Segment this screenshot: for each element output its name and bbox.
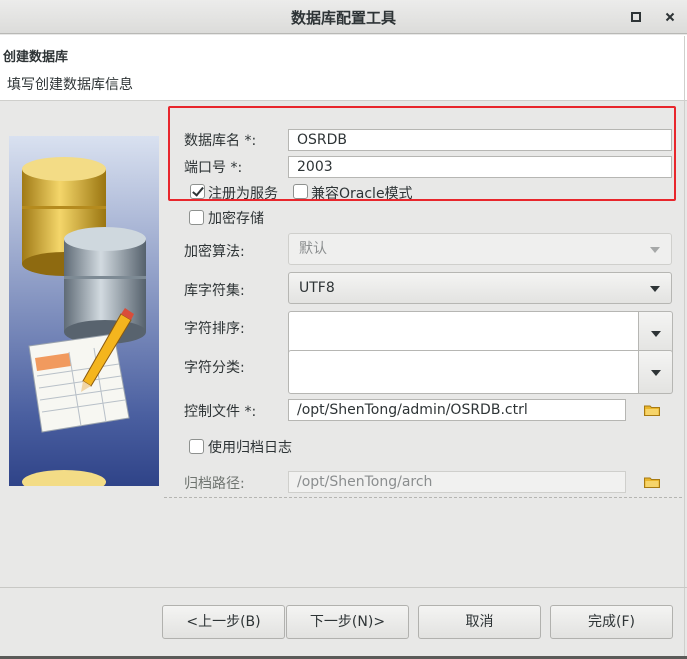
- register-service-label: 注册为服务: [208, 186, 278, 202]
- chevron-down-icon: [650, 247, 660, 253]
- chevron-down-icon: [651, 331, 661, 337]
- next-button[interactable]: 下一步(N)>: [286, 605, 409, 639]
- control-file-input[interactable]: /opt/ShenTong/admin/OSRDB.ctrl: [288, 399, 626, 421]
- wizard-header: 创建数据库 填写创建数据库信息: [0, 35, 687, 101]
- page-subtitle: 填写创建数据库信息: [7, 77, 133, 93]
- use-archive-log-label: 使用归档日志: [208, 440, 292, 456]
- finish-button[interactable]: 完成(F): [550, 605, 673, 639]
- archive-path-label: 归档路径:: [184, 476, 245, 492]
- maximize-icon[interactable]: [625, 6, 647, 28]
- chevron-down-icon: [651, 370, 661, 376]
- charset-value: UTF8: [299, 280, 335, 296]
- folder-icon[interactable]: [644, 476, 660, 488]
- collation-input[interactable]: [288, 311, 639, 355]
- cancel-button[interactable]: 取消: [418, 605, 541, 639]
- archive-path-input[interactable]: /opt/ShenTong/arch: [288, 471, 626, 493]
- oracle-compat-label: 兼容Oracle模式: [311, 186, 413, 202]
- port-label: 端口号 *:: [184, 160, 243, 176]
- window-title: 数据库配置工具: [290, 9, 396, 27]
- prev-button[interactable]: <上一步(B): [162, 605, 285, 639]
- db-name-input[interactable]: OSRDB: [288, 129, 672, 151]
- register-service-checkbox[interactable]: [190, 184, 205, 199]
- collation-dropdown-button[interactable]: [639, 311, 673, 355]
- control-file-label: 控制文件 *:: [184, 404, 257, 420]
- encrypt-algo-select[interactable]: 默认: [288, 233, 672, 265]
- folder-icon[interactable]: [644, 404, 660, 416]
- database-illustration: [9, 136, 159, 486]
- encrypt-storage-label: 加密存储: [208, 211, 264, 227]
- chevron-down-icon: [650, 286, 660, 292]
- charset-select[interactable]: UTF8: [288, 272, 672, 304]
- char-class-dropdown-button[interactable]: [639, 350, 673, 394]
- page-title: 创建数据库: [3, 50, 69, 65]
- window-titlebar: 数据库配置工具: [0, 0, 687, 34]
- close-icon[interactable]: [659, 6, 681, 28]
- use-archive-log-checkbox[interactable]: [189, 439, 204, 454]
- right-divider: [684, 36, 685, 656]
- collation-label: 字符排序:: [184, 321, 245, 337]
- charset-label: 库字符集:: [184, 283, 245, 299]
- section-divider: [164, 497, 682, 498]
- char-class-label: 字符分类:: [184, 360, 245, 376]
- encrypt-storage-checkbox[interactable]: [189, 210, 204, 225]
- encrypt-algo-value: 默认: [299, 241, 327, 257]
- port-input[interactable]: 2003: [288, 156, 672, 178]
- button-bar-separator: [0, 587, 687, 588]
- db-name-label: 数据库名 *:: [184, 133, 257, 149]
- oracle-compat-checkbox[interactable]: [293, 184, 308, 199]
- encrypt-algo-label: 加密算法:: [184, 244, 245, 260]
- char-class-input[interactable]: [288, 350, 639, 394]
